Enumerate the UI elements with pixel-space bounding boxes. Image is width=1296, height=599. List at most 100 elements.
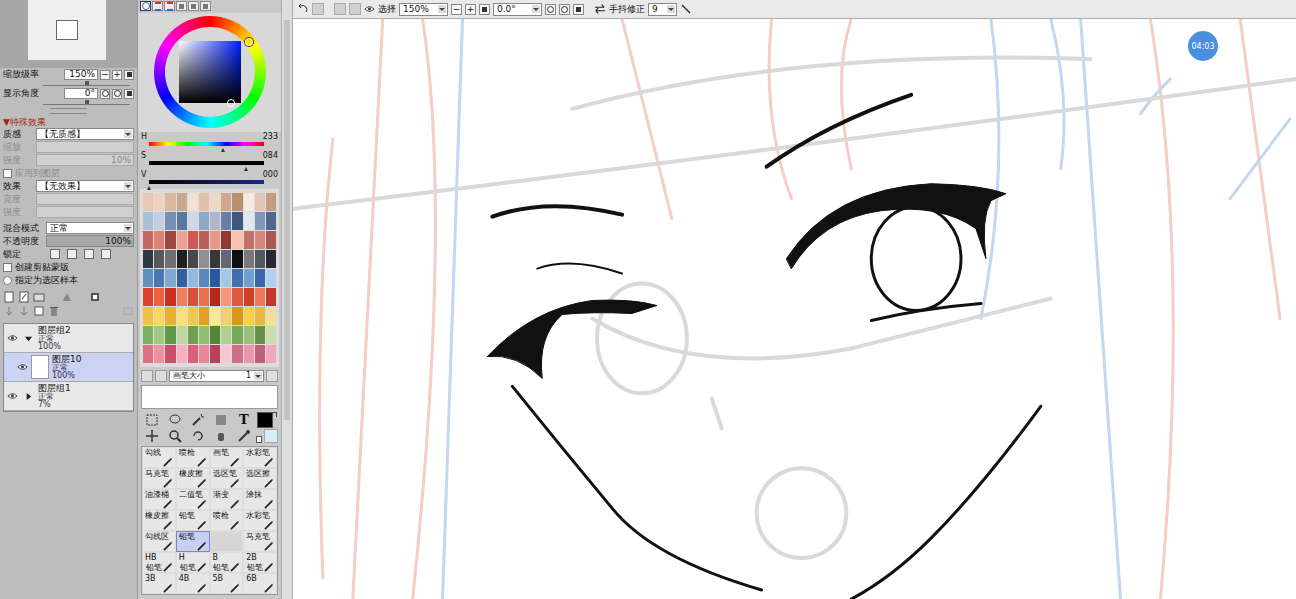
color-swatch[interactable]	[154, 345, 164, 363]
sv-marker[interactable]	[227, 99, 235, 107]
color-swatch[interactable]	[154, 307, 164, 325]
deselect-icon[interactable]	[334, 3, 346, 15]
brush-slot[interactable]: 铅笔	[176, 531, 210, 552]
color-swatch[interactable]	[210, 193, 220, 211]
rotate-icon[interactable]	[191, 429, 205, 443]
color-swatch[interactable]	[221, 250, 231, 268]
panel-splitter[interactable]	[50, 108, 87, 114]
eyedropper-icon[interactable]	[237, 429, 251, 443]
brush-size-field[interactable]: 画笔大小1	[169, 370, 264, 382]
hand-icon[interactable]	[214, 429, 228, 443]
brush-slot[interactable]: 选区擦	[243, 468, 277, 489]
color-swatch[interactable]	[143, 212, 153, 230]
toolbar-angle-field[interactable]: 0.0°	[493, 3, 542, 16]
brush-slot[interactable]: 喷枪	[210, 510, 244, 531]
color-wheel[interactable]	[154, 16, 266, 128]
opacity-slider[interactable]: 100%	[46, 235, 134, 247]
color-swatch[interactable]	[255, 345, 265, 363]
color-swatch[interactable]	[244, 269, 254, 287]
hsv-slider-thumb[interactable]	[221, 146, 225, 152]
color-swatch[interactable]	[165, 288, 175, 306]
redo-icon[interactable]	[312, 3, 324, 15]
color-swatch[interactable]	[143, 307, 153, 325]
color-swatch[interactable]	[177, 231, 187, 249]
color-swatch[interactable]	[255, 231, 265, 249]
clip-checkbox[interactable]	[3, 263, 12, 272]
color-swatch[interactable]	[143, 231, 153, 249]
color-swatch[interactable]	[177, 288, 187, 306]
layer-item[interactable]: 图层10正常100%	[4, 353, 133, 382]
layer-item[interactable]: 图层组2正常100%	[4, 324, 133, 353]
brush-slot[interactable]: 勾线	[142, 447, 176, 468]
color-swatch[interactable]	[244, 250, 254, 268]
color-swatch[interactable]	[165, 212, 175, 230]
color-swatch[interactable]	[210, 345, 220, 363]
scrollbar-thumb[interactable]	[284, 20, 290, 420]
angle-field[interactable]: 0°	[64, 88, 98, 99]
color-swatch[interactable]	[210, 212, 220, 230]
rect-select-icon[interactable]	[145, 413, 159, 427]
color-swatch[interactable]	[199, 269, 209, 287]
color-swatch[interactable]	[221, 212, 231, 230]
expand-icon[interactable]	[21, 328, 35, 348]
texture-select[interactable]: 【无质感】	[36, 128, 134, 140]
color-swatch[interactable]	[210, 250, 220, 268]
color-swatch[interactable]	[255, 212, 265, 230]
rotate-left-icon[interactable]	[545, 4, 556, 15]
mask-icon[interactable]	[61, 291, 73, 303]
swatch-tab-icon[interactable]	[188, 1, 199, 11]
saturation-value-square[interactable]	[179, 41, 241, 103]
color-swatch[interactable]	[232, 250, 242, 268]
color-swatch[interactable]	[244, 345, 254, 363]
color-swatch[interactable]	[221, 231, 231, 249]
text-tool[interactable]: T	[237, 413, 251, 427]
color-swatch[interactable]	[255, 326, 265, 344]
color-swatch[interactable]	[221, 193, 231, 211]
toolbar-zoom-button[interactable]: −	[451, 4, 462, 15]
color-swatch[interactable]	[266, 326, 276, 344]
panel-scrollbar[interactable]	[281, 0, 293, 599]
toolbar-zoom-field[interactable]: 150%	[399, 3, 448, 16]
color-swatch[interactable]	[232, 193, 242, 211]
color-swatch[interactable]	[143, 250, 153, 268]
layer-settings-icon[interactable]	[89, 291, 101, 303]
zoom-reset-icon[interactable]	[479, 4, 490, 15]
color-swatch[interactable]	[143, 345, 153, 363]
color-swatch[interactable]	[199, 288, 209, 306]
undo-icon[interactable]	[297, 3, 309, 15]
color-swatch[interactable]	[255, 288, 265, 306]
brush-slot[interactable]: 水彩笔	[243, 447, 277, 468]
color-swatch[interactable]	[154, 212, 164, 230]
color-swatch[interactable]	[266, 345, 276, 363]
color-swatch[interactable]	[143, 288, 153, 306]
effect-select[interactable]: 【无效果】	[36, 180, 134, 192]
color-swatch[interactable]	[154, 193, 164, 211]
color-swatch[interactable]	[221, 288, 231, 306]
color-swatch[interactable]	[255, 250, 265, 268]
invert-selection-icon[interactable]	[349, 3, 361, 15]
color-wheel-tab-icon[interactable]	[140, 1, 151, 11]
new-layer-icon[interactable]	[3, 291, 15, 303]
show-selection-toggle[interactable]: 选择	[364, 3, 396, 15]
color-swatch[interactable]	[210, 269, 220, 287]
zoom-field[interactable]: 150%	[64, 69, 98, 80]
color-swatch[interactable]	[165, 231, 175, 249]
brush-slot[interactable]: 2B铅笔	[243, 552, 277, 573]
color-swatch[interactable]	[266, 212, 276, 230]
color-swatch[interactable]	[165, 269, 175, 287]
brush-slot[interactable]: 橡皮擦	[176, 468, 210, 489]
color-swatch[interactable]	[154, 250, 164, 268]
color-swatch[interactable]	[210, 231, 220, 249]
angle-reset-icon[interactable]	[124, 89, 134, 99]
stabilizer-select[interactable]: 9	[648, 3, 677, 16]
brush-slot[interactable]: 画笔	[210, 447, 244, 468]
color-swatch[interactable]	[177, 307, 187, 325]
color-swatch[interactable]	[266, 231, 276, 249]
primary-color[interactable]	[257, 412, 273, 428]
brush-slot[interactable]: 二值笔	[176, 489, 210, 510]
color-swatch[interactable]	[244, 231, 254, 249]
swap-colors-icon[interactable]	[272, 412, 277, 417]
lock-all-icon[interactable]	[101, 249, 111, 259]
hsv-slider-value[interactable]: 000	[263, 170, 278, 180]
color-swatch[interactable]	[199, 250, 209, 268]
